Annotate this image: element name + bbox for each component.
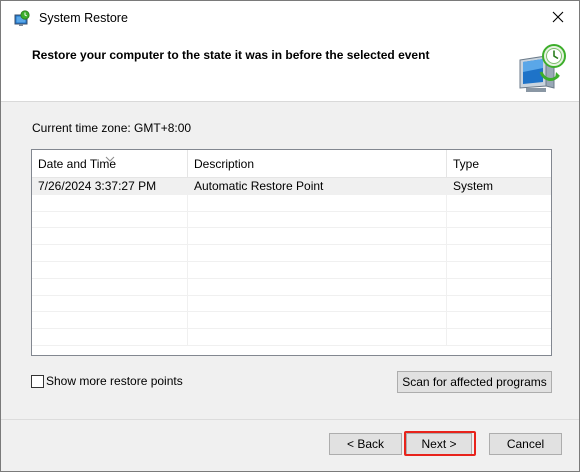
empty-cell [32, 261, 188, 279]
empty-row [32, 228, 551, 246]
system-restore-window: System Restore Restore your computer to … [0, 0, 580, 472]
close-button[interactable] [545, 7, 571, 29]
empty-cell [188, 312, 447, 330]
empty-cell [188, 194, 447, 212]
scan-affected-programs-button[interactable]: Scan for affected programs [397, 371, 552, 393]
empty-cell [32, 312, 188, 330]
empty-cell [188, 295, 447, 313]
empty-cell [188, 228, 447, 246]
footer-divider [1, 419, 579, 420]
timezone-label: Current time zone: GMT+8:00 [32, 121, 192, 135]
table-header: Date and Time Description Type [32, 150, 551, 178]
empty-cell [32, 295, 188, 313]
system-restore-monitor-icon [516, 42, 568, 94]
empty-cell [188, 329, 447, 346]
empty-cell [188, 245, 447, 262]
row-type: System [453, 179, 494, 193]
column-header-label: Type [453, 157, 480, 171]
next-button[interactable]: Next > [406, 433, 472, 455]
row-date: 7/26/2024 3:37:27 PM [32, 178, 188, 195]
wizard-header: Restore your computer to the state it wa… [1, 35, 579, 102]
show-more-restore-points-label: Show more restore points [46, 374, 183, 388]
system-restore-icon [13, 10, 31, 28]
empty-row [32, 211, 551, 229]
show-more-restore-points-checkbox[interactable] [31, 374, 44, 388]
empty-row [32, 295, 551, 313]
empty-cell [32, 194, 188, 212]
empty-row [32, 329, 551, 346]
close-icon [552, 11, 564, 26]
page-title: Restore your computer to the state it wa… [32, 48, 430, 62]
empty-row [32, 261, 551, 279]
empty-row [32, 278, 551, 296]
show-more-restore-points-option[interactable]: Show more restore points [31, 374, 183, 388]
restore-points-table: Date and Time Description Type 7/26/2024… [31, 149, 552, 356]
column-header-label: Description [194, 157, 255, 171]
empty-cell [188, 261, 447, 279]
window-title: System Restore [39, 11, 128, 25]
empty-cell [188, 278, 447, 296]
empty-row [32, 312, 551, 330]
back-button[interactable]: < Back [329, 433, 402, 455]
title-bar: System Restore [1, 1, 579, 35]
empty-row [32, 194, 551, 212]
empty-cell [32, 228, 188, 246]
empty-cell [32, 278, 188, 296]
empty-cell [188, 211, 447, 229]
column-header-description[interactable]: Description [188, 150, 447, 178]
row-description: Automatic Restore Point [188, 178, 447, 195]
empty-cell [32, 211, 188, 229]
empty-cell [32, 329, 188, 346]
sort-descending-icon [105, 151, 115, 162]
table-row[interactable]: 7/26/2024 3:37:27 PM Automatic Restore P… [32, 178, 551, 195]
empty-row [32, 245, 551, 262]
cancel-button[interactable]: Cancel [489, 433, 562, 455]
table-body: 7/26/2024 3:37:27 PM Automatic Restore P… [32, 178, 551, 346]
empty-cell [32, 245, 188, 262]
column-header-type[interactable]: Type [447, 150, 551, 178]
